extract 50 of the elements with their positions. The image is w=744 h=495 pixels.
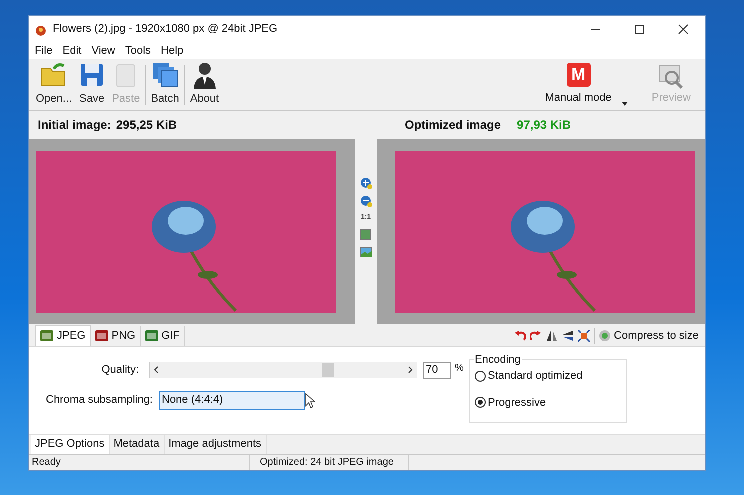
- chroma-subsampling-label: Chroma subsampling:: [45, 393, 154, 408]
- radio-button[interactable]: [475, 370, 486, 382]
- flip-horizontal-icon: [546, 330, 558, 342]
- mode-badge: M: [566, 62, 591, 87]
- toolbar-button[interactable]: Open...: [33, 61, 76, 108]
- open-icon: [40, 61, 68, 90]
- chroma-dropdown[interactable]: None (4:4:4): [159, 391, 305, 410]
- toolbar-button[interactable]: About: [187, 61, 222, 108]
- batch-icon: [151, 61, 180, 90]
- landscape-image-icon: [360, 246, 372, 258]
- window-title: Flowers (2).jpg - 1920x1080 px @ 24bit JPEG: [53, 22, 278, 38]
- status-text: Ready: [31, 456, 62, 470]
- menu-item[interactable]: Help: [161, 42, 184, 60]
- optimized-image-size: 97,93 KiB: [517, 117, 572, 134]
- initial-image-size: 295,25 KiB: [116, 117, 178, 134]
- close-icon: [678, 24, 688, 35]
- options-tab[interactable]: JPEG Options: [31, 435, 110, 454]
- rotate-right-icon: [530, 330, 542, 342]
- compress-to-size-button[interactable]: Compress to size: [599, 328, 699, 344]
- radio-button[interactable]: [475, 397, 486, 408]
- quality-label: Quality:: [100, 362, 140, 378]
- fit-image-icon: [360, 228, 372, 240]
- manual-mode-button[interactable]: M Manual mode: [545, 62, 612, 106]
- maximize-icon: [634, 24, 644, 35]
- crop-icon: [578, 330, 590, 342]
- rotate-left-icon: [514, 330, 526, 342]
- status-text: Optimized: 24 bit JPEG image: [249, 455, 409, 470]
- menu-item[interactable]: Tools: [125, 42, 152, 60]
- magnifier-icon: [658, 64, 684, 90]
- format-tab[interactable]: JPEG: [35, 325, 91, 346]
- zoom-out-icon: [360, 195, 372, 208]
- flower-app-icon: [35, 24, 47, 36]
- zoom-in-icon: [360, 177, 372, 190]
- radio-option[interactable]: Standard optimized: [475, 368, 626, 384]
- initial-image-label: Initial image:: [38, 117, 112, 134]
- encoding-title: Encoding: [474, 352, 522, 368]
- optimized-image-label: Optimized image: [405, 117, 502, 134]
- menu-item[interactable]: Edit: [62, 42, 82, 60]
- percent-label: %: [455, 362, 464, 376]
- radio-option[interactable]: Progressive: [475, 394, 626, 411]
- flip-vertical-icon: [562, 330, 574, 342]
- quality-input[interactable]: 70: [423, 362, 451, 378]
- menu-item[interactable]: File: [35, 42, 53, 60]
- menu-item[interactable]: View: [92, 42, 116, 60]
- caret-icon: [622, 102, 628, 106]
- toolbar-button[interactable]: Save: [75, 61, 110, 108]
- toolbar-button[interactable]: Batch: [148, 61, 182, 108]
- scroll-thumb[interactable]: [322, 363, 334, 377]
- quality-scrollbar[interactable]: [149, 362, 417, 378]
- cursor-icon: [305, 392, 316, 408]
